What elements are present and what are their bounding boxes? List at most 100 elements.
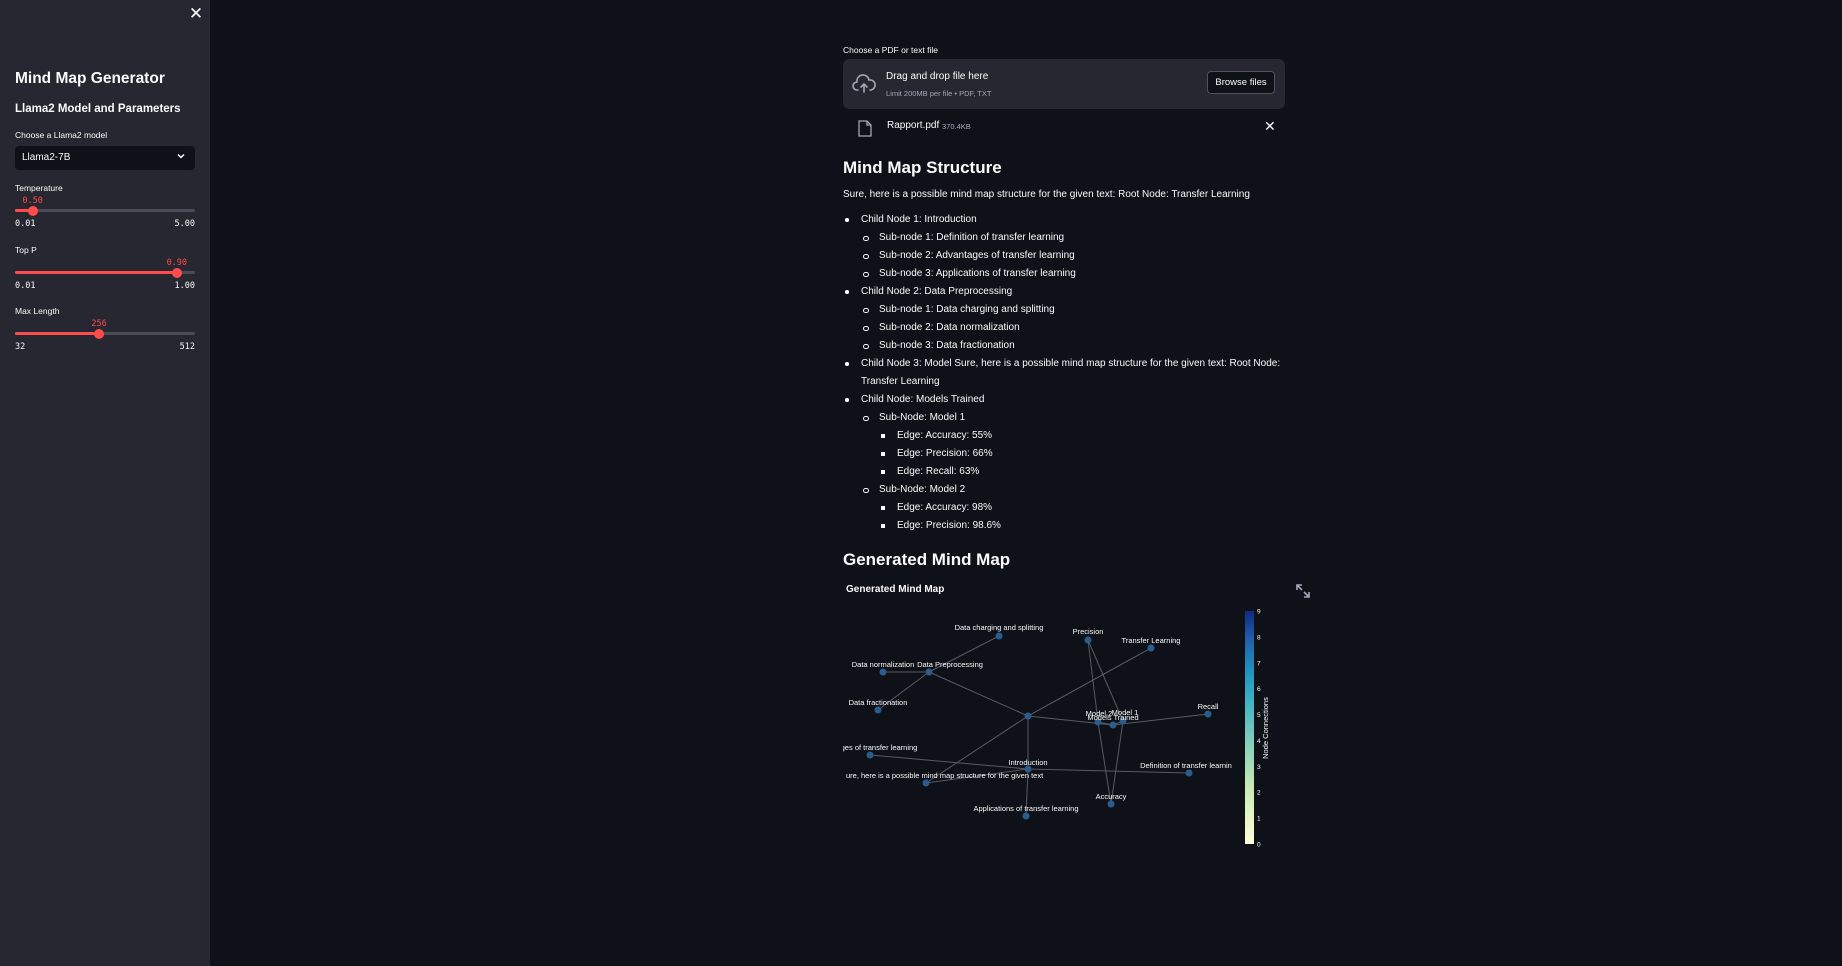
close-icon[interactable]: ✕ xyxy=(186,4,206,24)
max-length-min: 32 xyxy=(15,342,26,352)
remove-file-icon[interactable]: ✕ xyxy=(1264,118,1276,135)
graph-node-label: Data normalization xyxy=(852,660,915,669)
colorbar-tick: 1 xyxy=(1257,816,1261,823)
colorbar-label: Node Connections xyxy=(1261,697,1270,759)
graph-node-mt[interactable] xyxy=(1109,721,1117,729)
top-p-max: 1.00 xyxy=(174,281,195,291)
graph-node-dcs[interactable] xyxy=(995,632,1003,640)
uploaded-file: Rapport.pdf 370.4KB ✕ xyxy=(843,118,1285,140)
file-name: Rapport.pdf xyxy=(887,120,940,131)
dropzone-limit: Limit 200MB per file • PDF, TXT xyxy=(886,89,992,98)
temperature-min: 0.01 xyxy=(15,219,36,229)
chart-title: Generated Mind Map xyxy=(846,584,945,595)
graph-node-sure[interactable] xyxy=(922,779,930,787)
graph-node-dp[interactable] xyxy=(925,668,933,676)
structure-intro: Sure, here is a possible mind map struct… xyxy=(843,189,1250,200)
structure-heading: Mind Map Structure xyxy=(843,158,1002,177)
max-length-value: 256 xyxy=(91,319,107,329)
graph-node-label: Precision xyxy=(1073,627,1104,636)
graph-node-label: Accuracy xyxy=(1096,792,1127,801)
graph-node-tl[interactable] xyxy=(1147,644,1155,652)
graph-node-recall[interactable] xyxy=(1204,710,1212,718)
top-p-value: 0.90 xyxy=(166,258,188,268)
graph-node-label: Transfer Learning xyxy=(1122,636,1181,645)
graph-node-label: Data Preprocessing xyxy=(917,660,983,669)
graph-edge xyxy=(928,671,1029,717)
file-dropzone[interactable]: Drag and drop file here Limit 200MB per … xyxy=(843,59,1285,109)
browse-files-button[interactable]: Browse files xyxy=(1207,71,1275,94)
max-length-label: Max Length xyxy=(15,306,60,316)
sidebar: ✕ Mind Map Generator Llama2 Model and Pa… xyxy=(0,0,210,966)
graph-node-app[interactable] xyxy=(1022,812,1030,820)
model-select-label: Choose a Llama2 model xyxy=(15,130,108,140)
colorbar-tick: 8 xyxy=(1257,634,1261,641)
temperature-value: 0.50 xyxy=(22,196,43,206)
graph-node-adv[interactable] xyxy=(866,751,874,759)
graph-node-def[interactable] xyxy=(1185,769,1193,777)
sidebar-subtitle: Llama2 Model and Parameters xyxy=(15,103,181,115)
top-p-label: Top P xyxy=(15,245,37,255)
temperature-label: Temperature xyxy=(15,183,63,193)
structure-item: Edge: Accuracy: 98% xyxy=(881,499,1285,517)
structure-item: Sub-node 1: Data charging and splitting xyxy=(863,301,1285,319)
structure-item: Edge: Accuracy: 55% xyxy=(881,427,1285,445)
model-select[interactable]: Llama2-7B xyxy=(15,146,195,170)
graph-node-label: ure, here is a possible mind map structu… xyxy=(846,771,1044,780)
graph-node-label: Definition of transfer learnin xyxy=(1140,761,1232,770)
structure-item: Sub-Node: Model 1 xyxy=(863,409,1285,427)
structure-item: Edge: Recall: 63% xyxy=(881,463,1285,481)
max-length-slider-fill xyxy=(15,332,100,335)
max-length-slider-thumb[interactable] xyxy=(94,328,105,339)
graph-node-label: Data charging and splitting xyxy=(955,623,1044,632)
graph-node-center[interactable] xyxy=(1024,712,1032,720)
graph-node-label: ges of transfer learning xyxy=(843,743,917,752)
temperature-slider[interactable] xyxy=(15,205,195,216)
structure-item: Sub-node 1: Definition of transfer learn… xyxy=(863,229,1285,247)
structure-item: Edge: Precision: 98.6% xyxy=(881,517,1285,535)
cloud-upload-icon xyxy=(852,74,876,93)
structure-item: Sub-node 3: Data fractionation xyxy=(863,337,1285,355)
fullscreen-icon[interactable] xyxy=(1294,582,1312,600)
temperature-slider-thumb[interactable] xyxy=(27,205,38,216)
colorbar-tick: 3 xyxy=(1257,764,1261,771)
file-size: 370.4KB xyxy=(942,121,971,131)
max-length-slider[interactable] xyxy=(15,328,195,339)
graph-node-acc[interactable] xyxy=(1107,800,1115,808)
temperature-max: 5.00 xyxy=(174,219,195,229)
structure-item: Child Node 3: Model Sure, here is a poss… xyxy=(845,355,1285,391)
colorbar-tick: 2 xyxy=(1257,790,1261,797)
colorbar-tick: 7 xyxy=(1257,660,1261,667)
structure-list: Child Node 1: Introduction Sub-node 1: De… xyxy=(843,211,1285,535)
colorbar-tick: 0 xyxy=(1257,842,1261,849)
graph-node-label: Recall xyxy=(1198,702,1219,711)
graph-node-label: Introduction xyxy=(1008,758,1047,767)
top-p-min: 0.01 xyxy=(15,281,36,291)
structure-item: Sub-Node: Model 2 xyxy=(863,481,1285,499)
sidebar-title: Mind Map Generator xyxy=(15,70,165,87)
mindmap-heading: Generated Mind Map xyxy=(843,550,1011,569)
graph-node-df[interactable] xyxy=(874,706,882,714)
graph-node-dn[interactable] xyxy=(879,668,887,676)
graph-node-label: Data fractionation xyxy=(849,698,908,707)
colorbar xyxy=(1245,611,1254,844)
structure-item: Child Node 2: Data Preprocessing xyxy=(845,283,1285,301)
structure-item: Child Node 1: Introduction xyxy=(845,211,1285,229)
graph-edge xyxy=(1027,647,1152,717)
model-select-value: Llama2-7B xyxy=(22,152,71,163)
structure-item: Child Node: Models Trained xyxy=(845,391,1285,409)
structure-item: Sub-node 2: Data normalization xyxy=(863,319,1285,337)
top-p-slider-thumb[interactable] xyxy=(171,267,182,278)
graph-node-prec[interactable] xyxy=(1084,636,1092,644)
colorbar-tick: 9 xyxy=(1257,609,1261,616)
dropzone-title: Drag and drop file here xyxy=(886,71,989,82)
mind-map-graph: Data charging and splitting Data Preproce… xyxy=(843,609,1270,849)
top-p-slider-fill xyxy=(15,271,177,274)
max-length-max: 512 xyxy=(179,342,195,352)
structure-item: Edge: Precision: 66% xyxy=(881,445,1285,463)
graph-node-label: Models Trained xyxy=(1087,713,1138,722)
top-p-slider[interactable] xyxy=(15,267,195,278)
colorbar-tick: 6 xyxy=(1257,686,1261,693)
chevron-down-icon xyxy=(177,153,185,159)
graph-node-label: Applications of transfer learning xyxy=(973,804,1078,813)
file-icon xyxy=(858,120,872,137)
